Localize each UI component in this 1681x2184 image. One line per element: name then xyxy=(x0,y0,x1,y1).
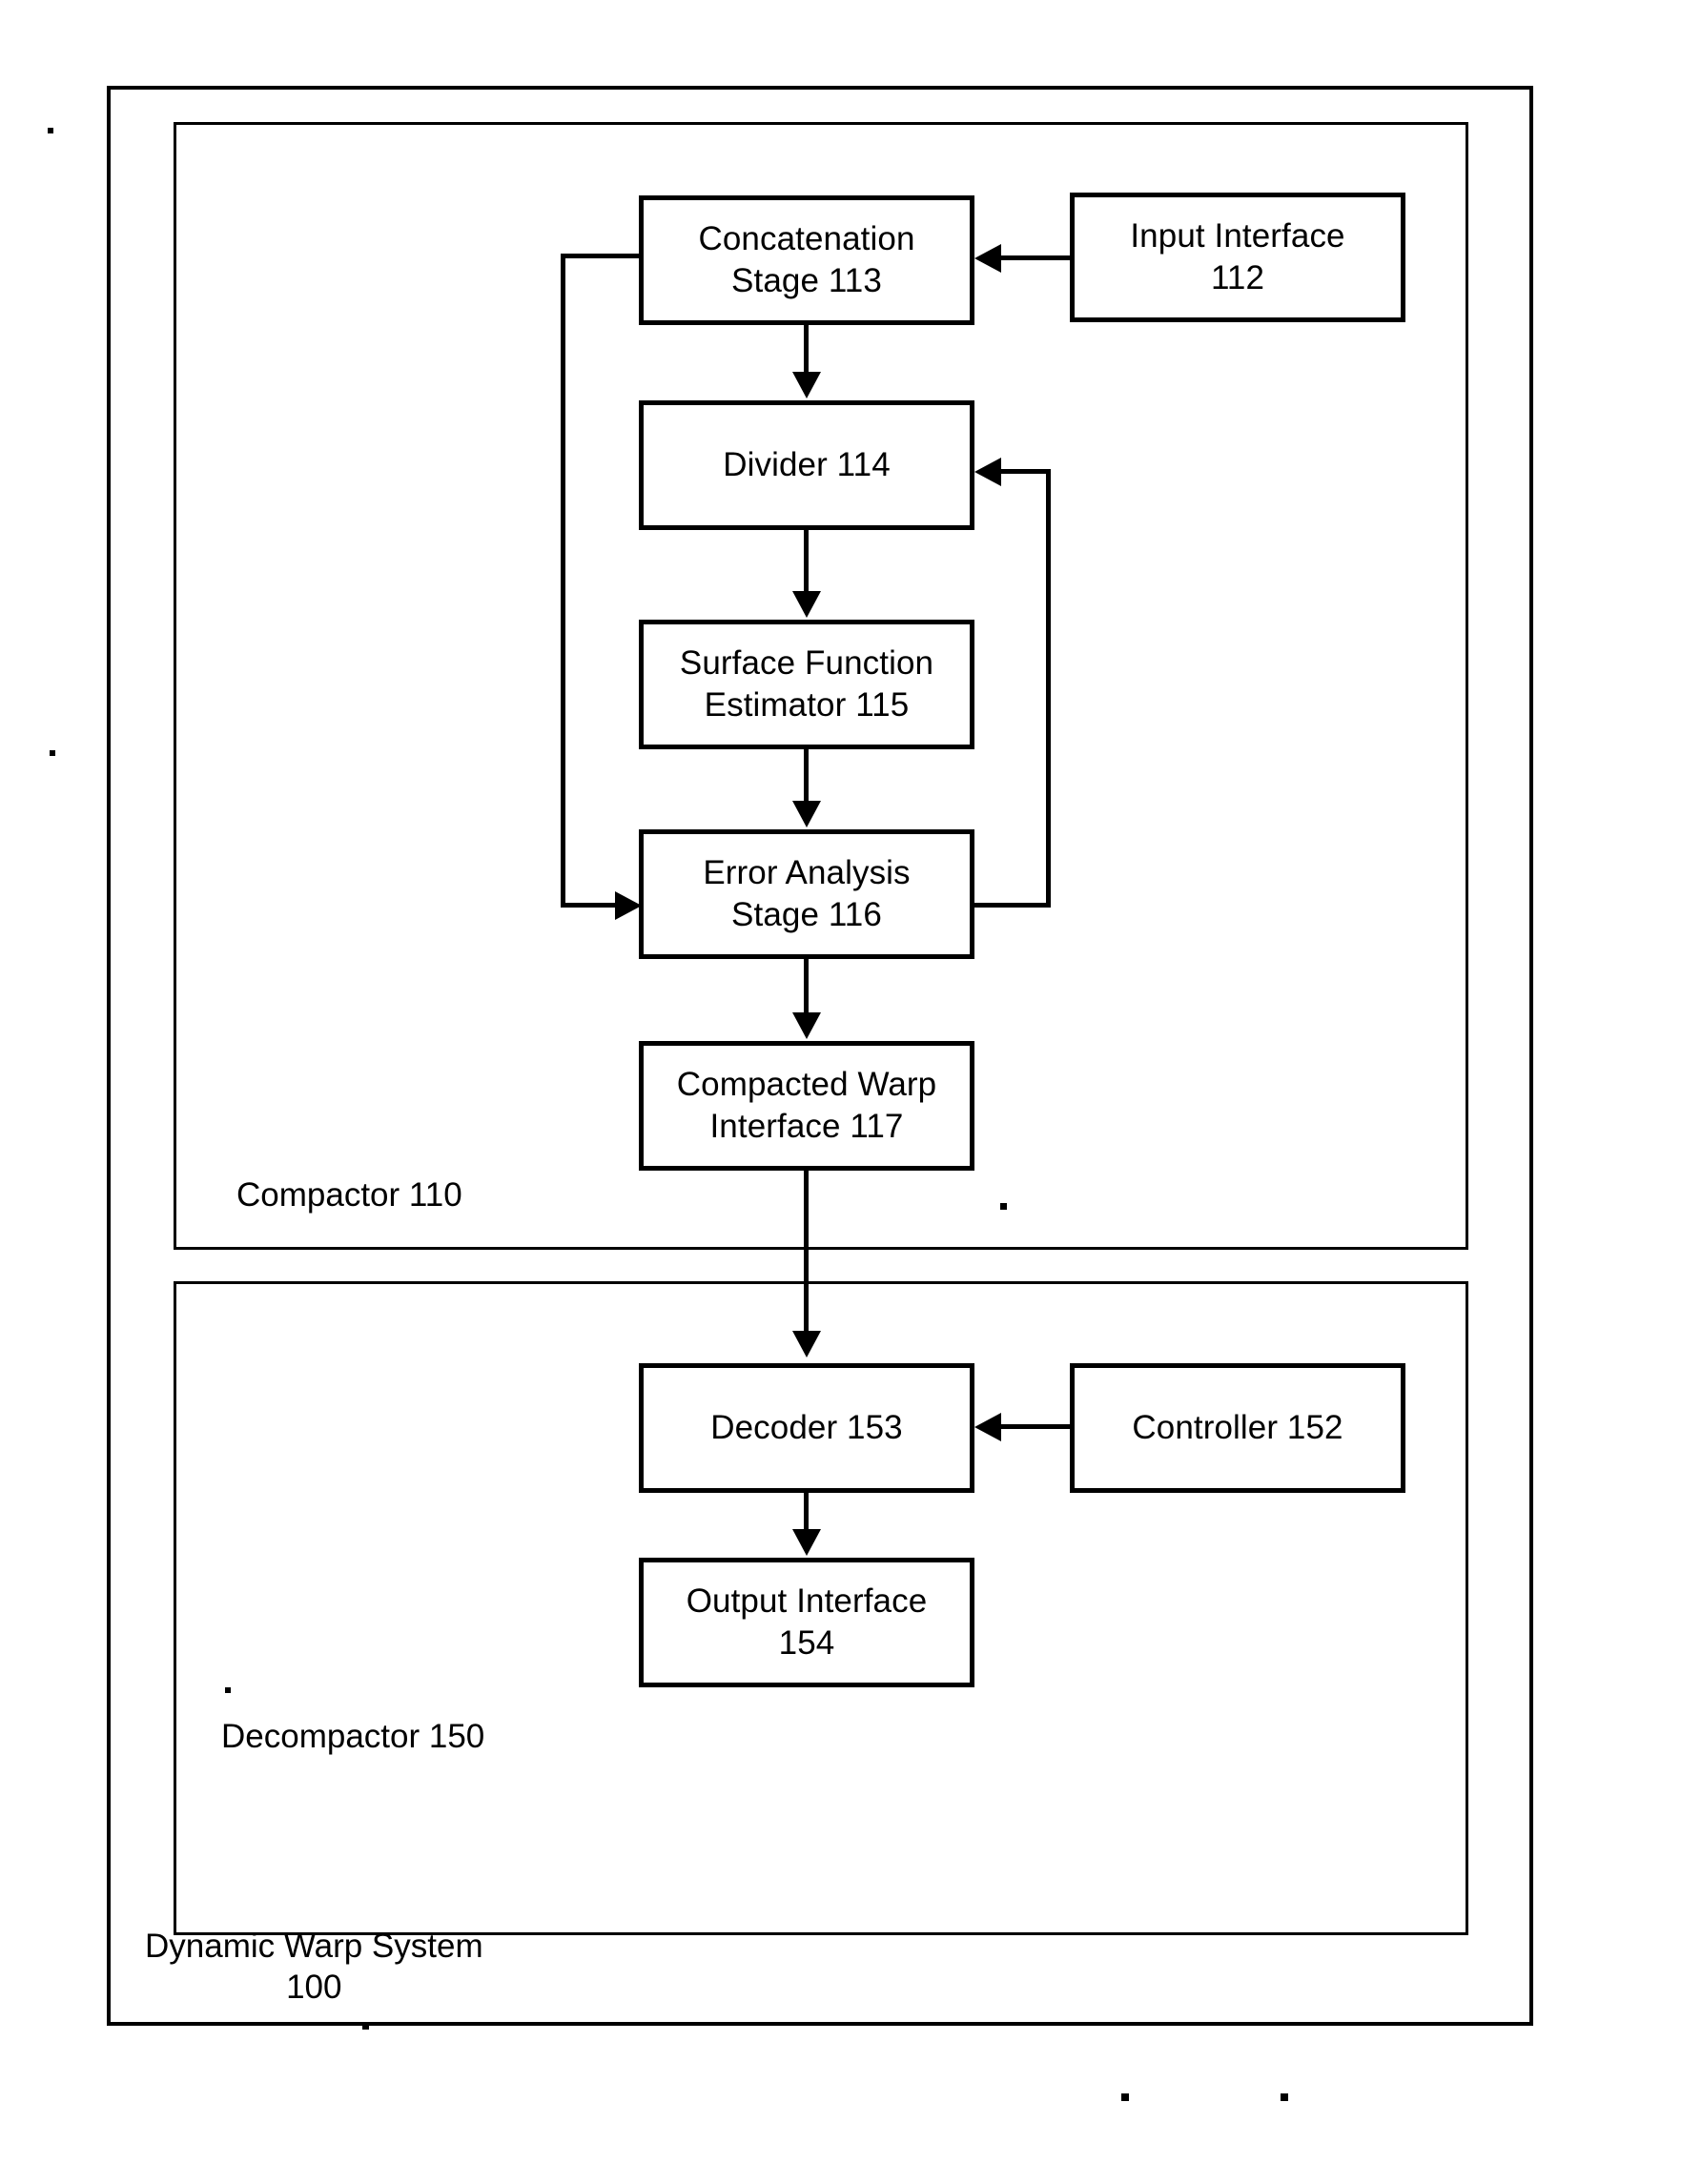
edge-surface-to-error-arrowhead xyxy=(792,801,821,827)
feedback-error-to-divider-vertical-segment xyxy=(1046,469,1051,908)
block-controller[interactable]: Controller 152 xyxy=(1070,1363,1405,1493)
edge-error-to-compacted-line xyxy=(804,959,809,1014)
dynamic-warp-system-caption: Dynamic Warp System 100 xyxy=(145,1928,483,2007)
edge-input-to-concatenation-arrowhead xyxy=(974,244,1001,273)
edge-decoder-to-output-arrowhead xyxy=(792,1529,821,1556)
block-divider[interactable]: Divider 114 xyxy=(639,400,974,530)
block-controller-label: Controller 152 xyxy=(1132,1408,1343,1446)
block-surface-function-estimator-label: Surface Function Estimator 115 xyxy=(679,643,934,724)
block-divider-label: Divider 114 xyxy=(723,445,891,483)
block-error-analysis-stage-label: Error Analysis Stage 116 xyxy=(703,853,911,933)
scan-speck xyxy=(362,2023,369,2030)
patent-figure: Concatenation Stage 113 Input Interface … xyxy=(0,0,1681,2184)
block-concatenation-stage-label: Concatenation Stage 113 xyxy=(698,219,915,299)
block-compacted-warp-interface-label: Compacted Warp Interface 117 xyxy=(676,1065,937,1145)
scan-speck xyxy=(1121,2093,1129,2101)
block-input-interface-label: Input Interface 112 xyxy=(1130,216,1345,296)
edge-decoder-to-output-line xyxy=(804,1493,809,1533)
scan-speck xyxy=(48,128,53,133)
scan-speck xyxy=(1000,1203,1007,1210)
block-input-interface[interactable]: Input Interface 112 xyxy=(1070,193,1405,322)
edge-compacted-to-decoder-line xyxy=(804,1171,809,1335)
block-compacted-warp-interface[interactable]: Compacted Warp Interface 117 xyxy=(639,1041,974,1171)
edge-divider-to-surface-arrowhead xyxy=(792,591,821,618)
block-error-analysis-stage[interactable]: Error Analysis Stage 116 xyxy=(639,829,974,959)
feedback-concatenation-to-error-top-segment xyxy=(561,254,642,258)
edge-surface-to-error-line xyxy=(804,749,809,803)
scan-speck xyxy=(50,750,55,756)
feedback-error-to-divider-top-segment xyxy=(999,469,1051,474)
edge-concatenation-to-divider-line xyxy=(804,325,809,375)
feedback-error-to-divider-arrowhead xyxy=(974,458,1001,486)
block-output-interface[interactable]: Output Interface 154 xyxy=(639,1558,974,1687)
edge-error-to-compacted-arrowhead xyxy=(792,1012,821,1039)
edge-divider-to-surface-line xyxy=(804,530,809,593)
block-surface-function-estimator[interactable]: Surface Function Estimator 115 xyxy=(639,620,974,749)
block-decoder[interactable]: Decoder 153 xyxy=(639,1363,974,1493)
edge-concatenation-to-divider-arrowhead xyxy=(792,372,821,398)
feedback-concatenation-to-error-bottom-segment xyxy=(561,903,620,908)
block-decoder-label: Decoder 153 xyxy=(710,1408,903,1446)
block-output-interface-label: Output Interface 154 xyxy=(686,1582,928,1662)
decompactor-caption: Decompactor 150 xyxy=(221,1718,485,1755)
block-concatenation-stage[interactable]: Concatenation Stage 113 xyxy=(639,195,974,325)
compactor-caption: Compactor 110 xyxy=(236,1176,462,1214)
edge-compacted-to-decoder-arrowhead xyxy=(792,1331,821,1357)
scan-speck xyxy=(225,1687,231,1693)
edge-controller-to-decoder-arrowhead xyxy=(974,1413,1001,1441)
feedback-error-to-divider-bottom-segment xyxy=(974,903,1051,908)
feedback-concatenation-to-error-vertical-segment xyxy=(561,254,565,908)
feedback-concatenation-to-error-arrowhead xyxy=(615,891,642,920)
scan-speck xyxy=(1281,2093,1288,2101)
